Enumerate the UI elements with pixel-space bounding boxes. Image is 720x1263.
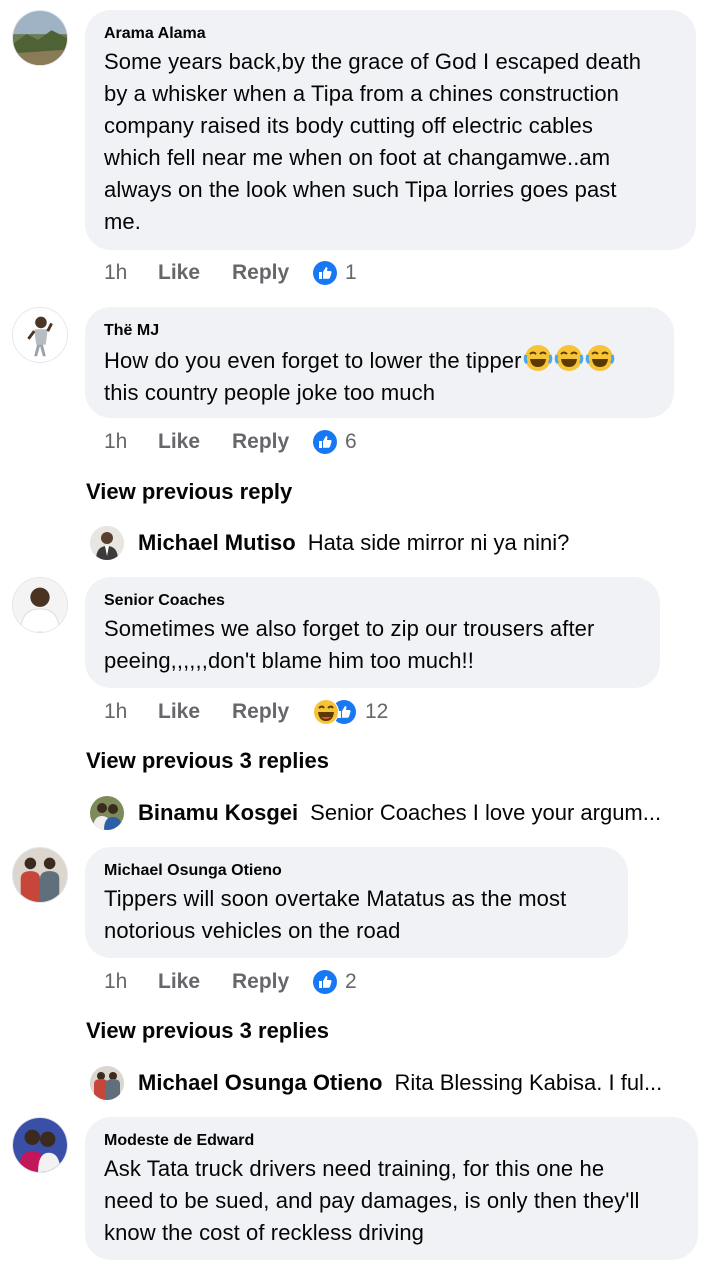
reply-author[interactable]: Binamu Kosgei: [138, 800, 298, 826]
like-button[interactable]: Like: [158, 700, 232, 724]
reply-button[interactable]: Reply: [232, 430, 312, 454]
reaction-count[interactable]: 12: [365, 700, 388, 724]
like-button[interactable]: Like: [158, 970, 232, 994]
laughing-emoji-icon: [585, 345, 614, 371]
latest-reply-preview[interactable]: Binamu Kosgei Senior Coaches I love your…: [90, 795, 690, 831]
comment-text: Some years back,by the grace of God I es…: [104, 49, 642, 234]
reply-author[interactable]: Michael Osunga Otieno: [138, 1070, 382, 1096]
like-button[interactable]: Like: [158, 261, 232, 285]
reply-text: Senior Coaches I love your argum...: [310, 800, 662, 825]
comment-text: How do you even forget to lower the tipp…: [104, 343, 656, 409]
comment-actions: 1h Like Reply 2: [104, 966, 357, 998]
avatar: [90, 1066, 124, 1100]
comment-time: 1h: [104, 261, 128, 284]
comment-author[interactable]: Modeste de Edward: [104, 1132, 680, 1150]
reply-author[interactable]: Michael Mutiso: [138, 530, 296, 556]
comment-time: 1h: [104, 430, 128, 453]
comment-actions: 1h Like Reply 1: [104, 257, 357, 289]
comment-bubble: Thë MJ How do you even forget to lower t…: [85, 307, 674, 418]
avatar: [90, 526, 124, 560]
haha-like-reaction-icon[interactable]: [312, 698, 358, 726]
comment-author[interactable]: Thë MJ: [104, 322, 656, 340]
comment-text: Sometimes we also forget to zip our trou…: [104, 616, 595, 673]
comment-text: Tippers will soon overtake Matatus as th…: [104, 886, 567, 943]
view-previous-replies-link[interactable]: View previous reply: [86, 477, 292, 507]
reply-text: Rita Blessing Kabisa. I ful...: [394, 1070, 663, 1095]
laughing-emoji-icon: [523, 345, 552, 371]
comment-text: Ask Tata truck drivers need training, fo…: [104, 1156, 640, 1245]
avatar[interactable]: [12, 847, 68, 903]
reaction-count[interactable]: 2: [345, 970, 357, 994]
reaction-count[interactable]: 6: [345, 430, 357, 454]
comment-bubble: Modeste de Edward Ask Tata truck drivers…: [85, 1117, 698, 1260]
avatar[interactable]: [12, 307, 68, 363]
latest-reply-preview[interactable]: Michael Osunga Otieno Rita Blessing Kabi…: [90, 1065, 690, 1101]
view-previous-replies-link[interactable]: View previous 3 replies: [86, 1016, 329, 1046]
like-reaction-icon[interactable]: [312, 260, 338, 286]
comment-bubble: Michael Osunga Otieno Tippers will soon …: [85, 847, 628, 958]
avatar[interactable]: [12, 1117, 68, 1173]
like-button[interactable]: Like: [158, 430, 232, 454]
like-reaction-icon[interactable]: [312, 969, 338, 995]
laughing-emoji-icon: [554, 345, 583, 371]
comment-actions: 1h Like Reply 12: [104, 696, 388, 728]
reply-button[interactable]: Reply: [232, 700, 312, 724]
avatar: [90, 796, 124, 830]
latest-reply-preview[interactable]: Michael Mutiso Hata side mirror ni ya ni…: [90, 525, 690, 561]
comment-author[interactable]: Arama Alama: [104, 25, 678, 43]
avatar[interactable]: [12, 10, 68, 66]
reaction-count[interactable]: 1: [345, 261, 357, 285]
comment-time: 1h: [104, 700, 128, 723]
view-previous-replies-link[interactable]: View previous 3 replies: [86, 746, 329, 776]
comment-author[interactable]: Senior Coaches: [104, 592, 642, 610]
comment-time: 1h: [104, 970, 128, 993]
reply-button[interactable]: Reply: [232, 261, 312, 285]
like-reaction-icon[interactable]: [312, 429, 338, 455]
reply-button[interactable]: Reply: [232, 970, 312, 994]
comment-author[interactable]: Michael Osunga Otieno: [104, 862, 610, 880]
comment-actions: 1h Like Reply 6: [104, 426, 357, 458]
comment-bubble: Arama Alama Some years back,by the grace…: [85, 10, 696, 250]
comment-bubble: Senior Coaches Sometimes we also forget …: [85, 577, 660, 688]
avatar[interactable]: [12, 577, 68, 633]
reply-text: Hata side mirror ni ya nini?: [307, 530, 570, 555]
